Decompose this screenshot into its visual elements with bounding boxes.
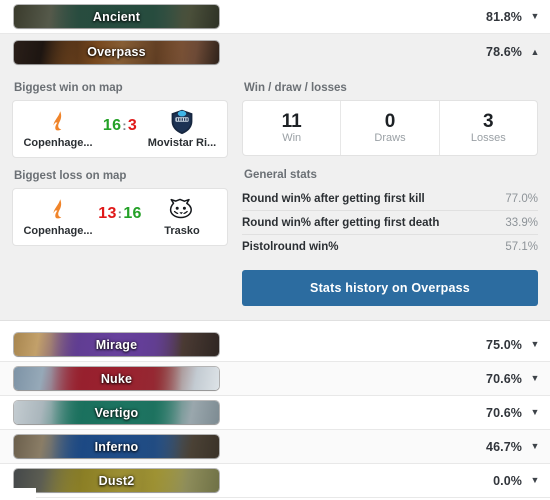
stat-row: Pistolround win% 57.1% [242,235,538,258]
stat-row: Round win% after getting first death 33.… [242,211,538,235]
map-banner-ancient[interactable]: Ancient [14,5,219,28]
wdl-number: 11 [281,110,302,132]
team-right-name: Trasko [164,225,200,237]
map-name-label: Vertigo [94,405,139,420]
score-right: 16 [123,205,142,222]
stat-value: 57.1% [505,240,538,253]
map-row-nuke[interactable]: Nuke 70.6% ▼ [0,362,550,396]
map-row-ancient[interactable]: Ancient 81.8% ▼ [0,0,550,34]
win-draw-loss-card: 11 Win 0 Draws 3 Losses [242,100,538,156]
wdl-caption: Losses [470,132,506,145]
biggest-loss-card[interactable]: Copenhage... 13:16 Trasko [12,188,228,246]
map-banner-mirage[interactable]: Mirage [14,333,219,356]
wdl-title: Win / draw / losses [244,82,347,94]
map-name-label: Mirage [95,337,138,352]
bottom-left-overlay [0,488,36,500]
map-banner-inferno[interactable]: Inferno [14,435,219,458]
map-winrate: 81.8% [486,9,522,24]
map-winrate: 46.7% [486,439,522,454]
wdl-number: 3 [483,110,494,132]
movistar-riders-logo-icon [170,109,194,135]
trasko-logo-icon [168,197,196,223]
chevron-down-icon[interactable]: ▼ [522,374,548,383]
map-winrate: 78.6% [486,45,522,59]
map-winrate: 0.0% [493,473,522,488]
map-name-label: Nuke [100,371,133,386]
map-row-overpass[interactable]: Overpass 78.6% ▲ [0,34,550,70]
biggest-win-card[interactable]: Copenhage... 16:3 Movistar Ri... [12,100,228,158]
team-left-name: Copenhage... [23,225,93,237]
map-name-label: Inferno [94,439,139,454]
panel-right-column: Win / draw / losses 11 Win 0 Draws 3 Los… [242,78,538,306]
panel-bottom-gap [0,321,550,328]
wdl-number: 0 [384,110,396,132]
team-left: Copenhage... [19,197,97,237]
map-name-label: Dust2 [98,473,135,488]
score-left: 13 [98,205,117,222]
copenhagen-flames-logo-icon [47,109,69,135]
map-winrate: 70.6% [486,371,522,386]
score-left: 16 [102,117,122,134]
wdl-cell-losses: 3 Losses [440,101,537,155]
wdl-cell-win: 11 Win [243,101,342,155]
team-right-name: Movistar Ri... [147,137,217,149]
map-name-label: Overpass [87,45,146,59]
panel-left-column: Biggest win on map Copenhage... 16:3 Mov… [12,78,228,306]
stat-label: Round win% after getting first death [242,216,440,229]
score-right: 3 [127,117,138,134]
stat-label: Round win% after getting first kill [242,192,425,205]
map-banner-overpass[interactable]: Overpass [14,40,219,64]
map-winrate: 70.6% [486,405,522,420]
chevron-down-icon[interactable]: ▼ [522,476,548,485]
map-row-dust2[interactable]: Dust2 0.0% ▼ [0,464,550,498]
general-stats-title: General stats [244,169,317,181]
team-left-name: Copenhage... [23,137,93,149]
general-stats-list: Round win% after getting first kill 77.0… [242,187,538,258]
score-separator: : [122,118,127,133]
stat-label: Pistolround win% [242,240,339,253]
chevron-down-icon[interactable]: ▼ [522,12,548,21]
map-details-panel: Biggest win on map Copenhage... 16:3 Mov… [0,70,550,321]
map-banner-vertigo[interactable]: Vertigo [14,401,219,424]
chevron-down-icon[interactable]: ▼ [522,442,548,451]
wdl-caption: Win [282,132,302,145]
map-row-inferno[interactable]: Inferno 46.7% ▼ [0,430,550,464]
chevron-down-icon[interactable]: ▼ [522,408,548,417]
wdl-caption: Draws [374,132,406,145]
map-banner-dust2[interactable]: Dust2 [14,469,219,492]
stats-history-button[interactable]: Stats history on Overpass [242,270,538,306]
team-right: Movistar Ri... [143,109,221,149]
map-winrate: 75.0% [486,337,522,352]
match-score: 16:3 [97,117,143,135]
map-row-vertigo[interactable]: Vertigo 70.6% ▼ [0,396,550,430]
map-row-mirage[interactable]: Mirage 75.0% ▼ [0,328,550,362]
stat-value: 77.0% [505,192,538,205]
team-left: Copenhage... [19,109,97,149]
stat-row: Round win% after getting first kill 77.0… [242,187,538,211]
chevron-down-icon[interactable]: ▼ [522,340,548,349]
biggest-loss-title: Biggest loss on map [14,170,127,182]
stat-value: 33.9% [505,216,538,229]
team-right: Trasko [143,197,221,237]
copenhagen-flames-logo-icon [47,197,69,223]
chevron-up-icon[interactable]: ▲ [522,47,548,57]
map-banner-nuke[interactable]: Nuke [14,367,219,390]
wdl-cell-draws: 0 Draws [341,101,440,155]
biggest-win-title: Biggest win on map [14,82,123,94]
match-score: 13:16 [97,205,143,223]
map-name-label: Ancient [92,9,141,24]
